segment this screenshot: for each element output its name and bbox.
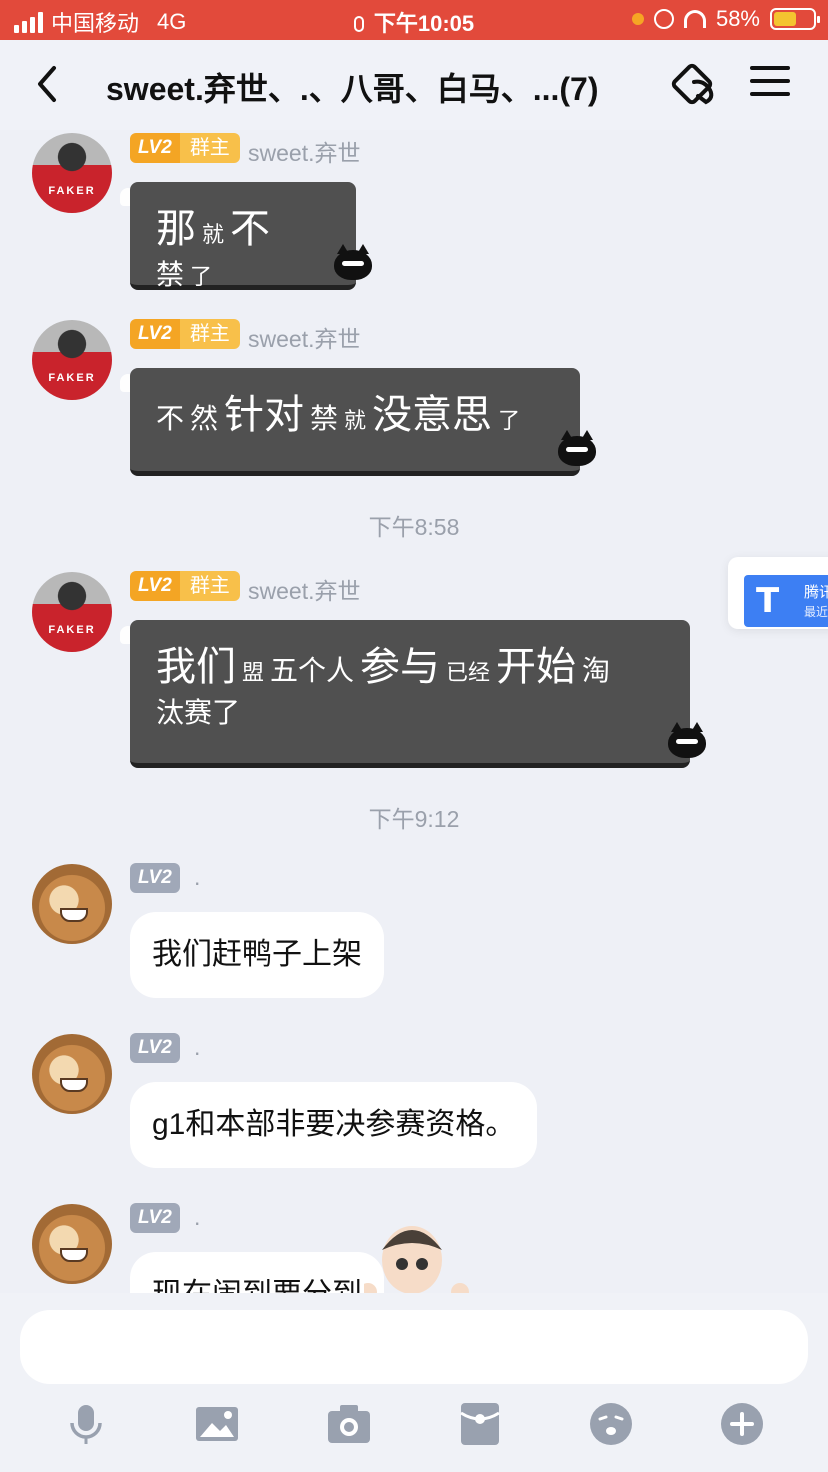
message-text-segment: 了	[190, 265, 213, 290]
chat-title[interactable]: sweet.弃世、.、八哥、白马、...(7)	[106, 64, 599, 110]
message-text-segment: 五个人	[270, 654, 355, 687]
composer	[0, 1293, 828, 1472]
message-text-segment: 就	[202, 223, 225, 248]
owner-badge: 群主	[179, 319, 240, 349]
owner-badge: 群主	[179, 571, 240, 601]
cat-sticker-icon	[668, 722, 706, 758]
member-badge: LV2	[130, 863, 180, 893]
image-icon[interactable]	[194, 1401, 240, 1447]
message-text-segment: 参与	[360, 644, 441, 690]
avatar[interactable]: FAKER	[32, 133, 112, 213]
memoji-sticker-icon	[364, 1226, 469, 1296]
level-badge: LV2	[130, 319, 180, 349]
menu-icon[interactable]	[750, 66, 790, 106]
alarm-icon	[653, 9, 674, 29]
sender-name[interactable]: .	[194, 1034, 200, 1061]
clock: 下午10:05	[373, 11, 475, 36]
message-text-segment: 我们	[156, 644, 236, 690]
message-bubble[interactable]: 我们盟五个人 参与 已经 开始 淘汰赛了	[130, 620, 706, 768]
message-text-segment: 那	[156, 206, 196, 252]
level-badge: LV2	[130, 133, 180, 163]
mic-status-icon	[353, 16, 364, 32]
floating-app-subtitle: 最近	[804, 605, 828, 619]
chat-header: sweet.弃世、.、八哥、白马、...(7)	[0, 40, 828, 130]
message-text-segment: 汰赛了	[156, 696, 241, 729]
member-badge: LV2 群主	[130, 133, 240, 163]
timestamp: 下午9:12	[368, 806, 460, 832]
member-badge: LV2 群主	[130, 571, 240, 601]
member-badge: LV2	[130, 1033, 180, 1063]
floating-app-title: 腾讯	[804, 584, 828, 601]
plus-icon[interactable]	[719, 1401, 765, 1447]
battery-percent: 58%	[715, 6, 760, 31]
camera-icon[interactable]	[326, 1401, 372, 1447]
sender-name[interactable]: sweet.弃世	[248, 572, 360, 606]
message-text-segment: 盟	[242, 661, 265, 686]
message-bubble[interactable]: 不然针对禁就没意思了	[130, 368, 596, 476]
avatar[interactable]: FAKER	[32, 320, 112, 400]
level-badge: LV2	[130, 1033, 180, 1063]
status-bar: 中国移动 4G 下午10:05 58%	[0, 0, 828, 40]
back-icon[interactable]	[30, 62, 70, 106]
message-text-segment: 没意思	[372, 392, 493, 438]
mic-icon[interactable]	[63, 1401, 109, 1447]
message-text-segment: 已经	[446, 661, 491, 686]
cat-sticker-icon	[334, 244, 372, 280]
message-text-segment: 了	[498, 409, 521, 434]
message-text-segment: 针对	[224, 392, 305, 438]
headphones-icon	[683, 10, 706, 28]
message-text: 那就不禁了	[156, 202, 306, 294]
avatar[interactable]	[32, 1034, 112, 1114]
message-bubble[interactable]: 我们赶鸭子上架	[130, 912, 384, 998]
mic-in-use-dot	[631, 13, 644, 25]
share-link-icon[interactable]	[668, 60, 724, 110]
message-text: 我们盟五个人 参与 已经 开始 淘汰赛了	[156, 640, 640, 732]
timestamp: 下午8:58	[368, 514, 460, 540]
cat-sticker-icon	[558, 430, 596, 466]
level-badge: LV2	[130, 571, 180, 601]
message-input[interactable]	[20, 1310, 808, 1384]
emoji-icon[interactable]	[588, 1401, 634, 1447]
message-text-segment: 淘	[582, 654, 611, 687]
message-text-segment: 禁	[156, 258, 185, 291]
avatar[interactable]	[32, 864, 112, 944]
message-bubble[interactable]: 那就不禁了	[130, 182, 372, 291]
message-text: 不然针对禁就没意思了	[156, 388, 530, 442]
owner-badge: 群主	[179, 133, 240, 163]
message-text-segment: 就	[344, 409, 367, 434]
message-text-segment: 不	[156, 402, 185, 435]
member-badge: LV2 群主	[130, 319, 240, 349]
sender-name[interactable]: .	[194, 1204, 200, 1231]
message-text-segment: 不	[230, 206, 271, 252]
sender-name[interactable]: sweet.弃世	[248, 134, 360, 168]
level-badge: LV2	[130, 1203, 180, 1233]
avatar[interactable]	[32, 1204, 112, 1284]
message-text-segment: 然	[190, 402, 219, 435]
message-text-segment: 禁	[310, 402, 339, 435]
message-text-segment: 开始	[496, 644, 577, 690]
floating-app-card[interactable]: T 腾讯 最近	[728, 557, 828, 629]
sender-name[interactable]: .	[194, 864, 200, 891]
battery-icon	[770, 8, 820, 30]
tencent-logo-icon: T	[756, 581, 780, 621]
sender-name[interactable]: sweet.弃世	[248, 320, 360, 354]
member-badge: LV2	[130, 1203, 180, 1233]
red-packet-icon[interactable]	[457, 1401, 503, 1447]
avatar[interactable]: FAKER	[32, 572, 112, 652]
message-bubble[interactable]: g1和本部非要决参赛资格。	[130, 1082, 538, 1168]
level-badge: LV2	[130, 863, 180, 893]
